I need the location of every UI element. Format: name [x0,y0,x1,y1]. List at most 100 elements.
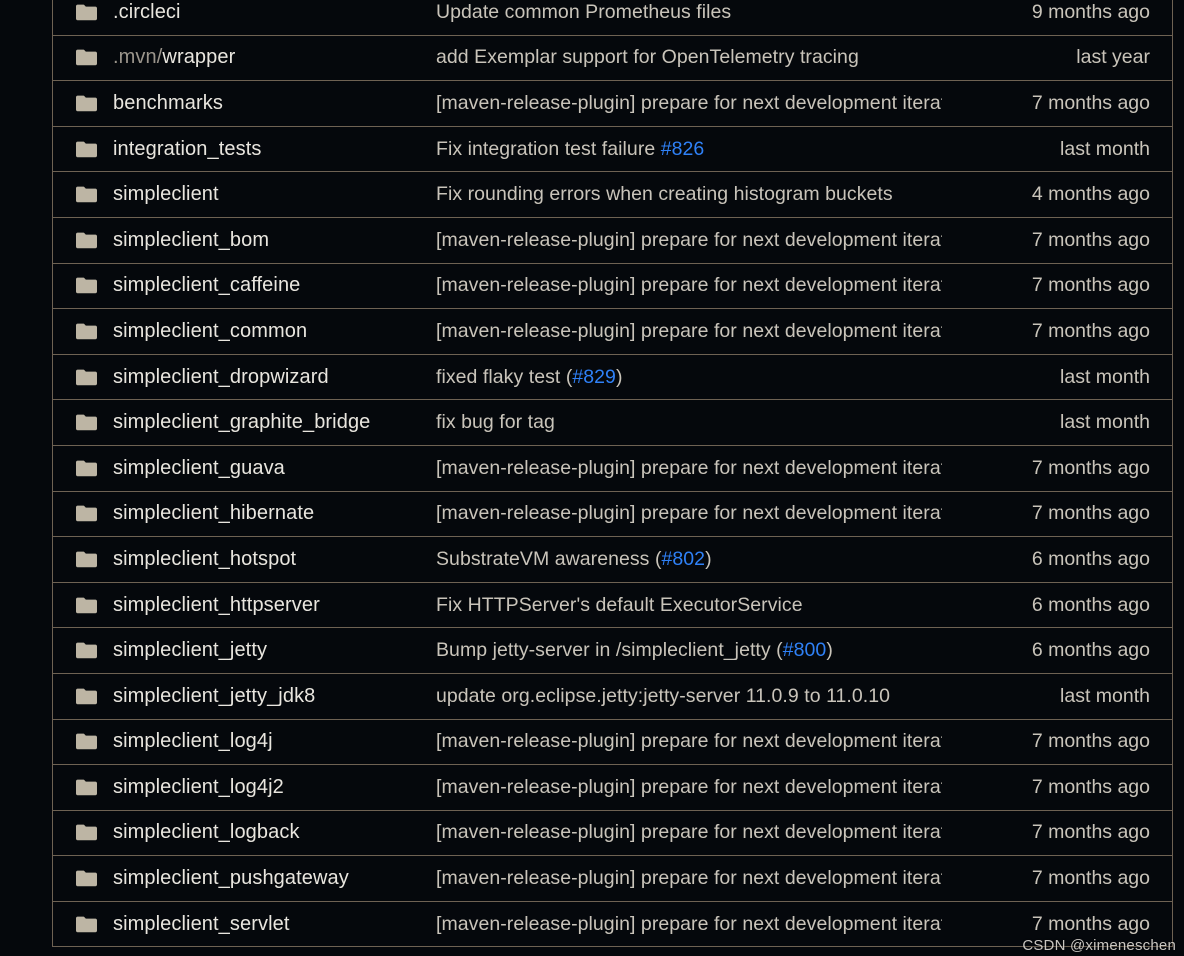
commit-message-cell[interactable]: Fix HTTPServer's default ExecutorService [436,594,942,617]
file-name-link[interactable]: simpleclient_jetty [113,639,436,662]
commit-time-cell: 6 months ago [1031,547,1150,570]
file-name-link[interactable]: simpleclient_log4j2 [113,776,436,799]
folder-icon [75,141,97,157]
file-type-icon-cell [53,460,113,477]
commit-message-cell[interactable]: Fix rounding errors when creating histog… [436,183,942,206]
file-name-link[interactable]: .circleci [113,1,436,24]
commit-time-cell: 7 months ago [1031,730,1150,753]
file-name-link[interactable]: simpleclient [113,183,436,206]
commit-message-cell[interactable]: add Exemplar support for OpenTelemetry t… [436,46,942,69]
file-name-link[interactable]: simpleclient_httpserver [113,594,436,617]
file-name-link[interactable]: simpleclient_pushgateway [113,867,436,890]
file-name-link[interactable]: simpleclient_log4j [113,730,436,753]
commit-message-cell[interactable]: fix bug for tag [436,411,942,434]
file-name-link[interactable]: simpleclient_guava [113,457,436,480]
commit-message-cell[interactable]: [maven-release-plugin] prepare for next … [436,457,942,480]
file-type-icon-cell [53,551,113,568]
folder-icon [75,277,97,294]
commit-message-cell[interactable]: [maven-release-plugin] prepare for next … [436,730,942,753]
commit-message-text: ) [826,639,833,662]
folder-icon [75,642,97,659]
commit-message-text: [maven-release-plugin] prepare for next … [436,228,942,251]
file-name-link[interactable]: .mvn/wrapper [113,46,436,69]
file-name-link[interactable]: simpleclient_hotspot [113,548,436,571]
table-row[interactable]: simpleclient_pushgateway [maven-release-p… [53,856,1172,902]
file-name-text: simpleclient_pushgateway [113,867,349,890]
file-name-link[interactable]: simpleclient_caffeine [113,274,436,297]
commit-message-cell[interactable]: [maven-release-plugin] prepare for next … [436,821,942,844]
file-name-link[interactable]: simpleclient_common [113,320,436,343]
file-name-link[interactable]: benchmarks [113,92,436,115]
commit-time-cell: 7 months ago [1031,91,1150,114]
file-name-text: simpleclient_guava [113,456,285,479]
table-row[interactable]: simpleclient_hotspot SubstrateVM awarenes… [53,537,1172,583]
issue-link[interactable]: #802 [662,548,706,570]
commit-time-cell: 7 months ago [1031,319,1150,342]
file-name-text: simpleclient_bom [113,228,270,251]
file-name-link[interactable]: simpleclient_logback [113,821,436,844]
commit-message-cell[interactable]: [maven-release-plugin] prepare for next … [436,867,942,890]
file-name-text: simpleclient_common [113,319,308,342]
file-name-link[interactable]: simpleclient_dropwizard [113,366,436,389]
issue-link[interactable]: #826 [661,138,705,160]
issue-link[interactable]: #800 [783,639,827,661]
table-row[interactable]: .mvn/wrapper add Exemplar support for Ope… [53,35,1172,82]
file-type-icon-cell [53,323,113,340]
file-type-icon-cell [53,4,113,21]
commit-time-cell: 6 months ago [1031,593,1150,616]
table-row[interactable]: simpleclient_guava [maven-release-plugin]… [53,445,1172,492]
table-row[interactable]: simpleclient_httpserver Fix HTTPServer's … [53,582,1172,629]
table-row[interactable]: simpleclient_jetty_jdk8 update org.eclips… [53,673,1172,720]
commit-time-cell: last month [1060,684,1150,707]
commit-message-cell[interactable]: update org.eclipse.jetty:jetty-server 11… [436,685,942,708]
folder-icon [75,870,97,887]
table-row[interactable]: simpleclient_servlet [maven-release-plugi… [53,901,1172,948]
table-row[interactable]: benchmarks [maven-release-plugin] prepare… [53,81,1172,127]
file-name-link[interactable]: simpleclient_servlet [113,913,436,936]
table-row[interactable]: .circleci Update common Prometheus files 9… [53,0,1172,36]
table-row[interactable]: integration_tests Fix integration test fa… [53,126,1172,173]
table-row[interactable]: simpleclient_graphite_bridge fix bug for … [53,400,1172,446]
file-name-link[interactable]: simpleclient_jetty_jdk8 [113,685,436,708]
commit-message-cell[interactable]: [maven-release-plugin] prepare for next … [436,776,942,799]
file-name-text: simpleclient_log4j [113,730,273,753]
commit-message-cell[interactable]: Bump jetty-server in /simpleclient_jetty… [436,639,942,662]
table-row[interactable]: simpleclient_caffeine [maven-release-plug… [53,263,1172,310]
issue-link[interactable]: #829 [572,366,616,388]
file-name-link[interactable]: simpleclient_bom [113,229,436,252]
commit-message-cell[interactable]: [maven-release-plugin] prepare for next … [436,274,942,297]
commit-message-cell[interactable]: Fix integration test failure #826 [436,138,942,161]
commit-time-cell: 7 months ago [1031,274,1150,297]
file-type-icon-cell [53,141,113,158]
folder-icon [75,4,97,20]
file-name-text: simpleclient_logback [113,821,300,844]
commit-message-cell[interactable]: [maven-release-plugin] prepare for next … [436,913,942,936]
table-row[interactable]: simpleclient_dropwizard fixed flaky test … [53,354,1172,401]
table-row[interactable]: simpleclient_bom [maven-release-plugin] p… [53,217,1172,264]
file-name-link[interactable]: simpleclient_hibernate [113,502,436,525]
file-name-text: simpleclient_dropwizard [113,365,329,388]
table-row[interactable]: simpleclient_log4j [maven-release-plugin]… [53,719,1172,766]
commit-message-cell[interactable]: [maven-release-plugin] prepare for next … [436,502,942,525]
commit-message-text: [maven-release-plugin] prepare for next … [436,730,942,753]
commit-message-cell[interactable]: [maven-release-plugin] prepare for next … [436,229,942,252]
file-name-link[interactable]: simpleclient_graphite_bridge [113,411,436,434]
commit-message-cell[interactable]: [maven-release-plugin] prepare for next … [436,320,942,343]
folder-icon [75,597,97,613]
commit-message-cell[interactable]: SubstrateVM awareness (#802) [436,548,942,571]
table-row[interactable]: simpleclient_hibernate [maven-release-plu… [53,491,1172,538]
file-name-link[interactable]: integration_tests [113,138,436,161]
commit-time-cell: 7 months ago [1031,775,1150,798]
table-row[interactable]: simpleclient_logback [maven-release-plugi… [53,810,1172,857]
commit-message-cell[interactable]: Update common Prometheus files [436,1,942,24]
table-row[interactable]: simpleclient_log4j2 [maven-release-plugin… [53,765,1172,811]
file-type-icon-cell [53,414,113,431]
commit-message-cell[interactable]: [maven-release-plugin] prepare for next … [436,92,942,115]
table-row[interactable]: simpleclient_jetty Bump jetty-server in /… [53,628,1172,674]
file-name-text: simpleclient [113,183,219,206]
table-row[interactable]: simpleclient_common [maven-release-plugin… [53,309,1172,355]
table-row[interactable]: simpleclient Fix rounding errors when cre… [53,172,1172,218]
file-listing-table: .circleci Update common Prometheus files 9… [52,0,1173,948]
folder-icon [75,95,97,112]
commit-message-cell[interactable]: fixed flaky test (#829) [436,366,942,389]
